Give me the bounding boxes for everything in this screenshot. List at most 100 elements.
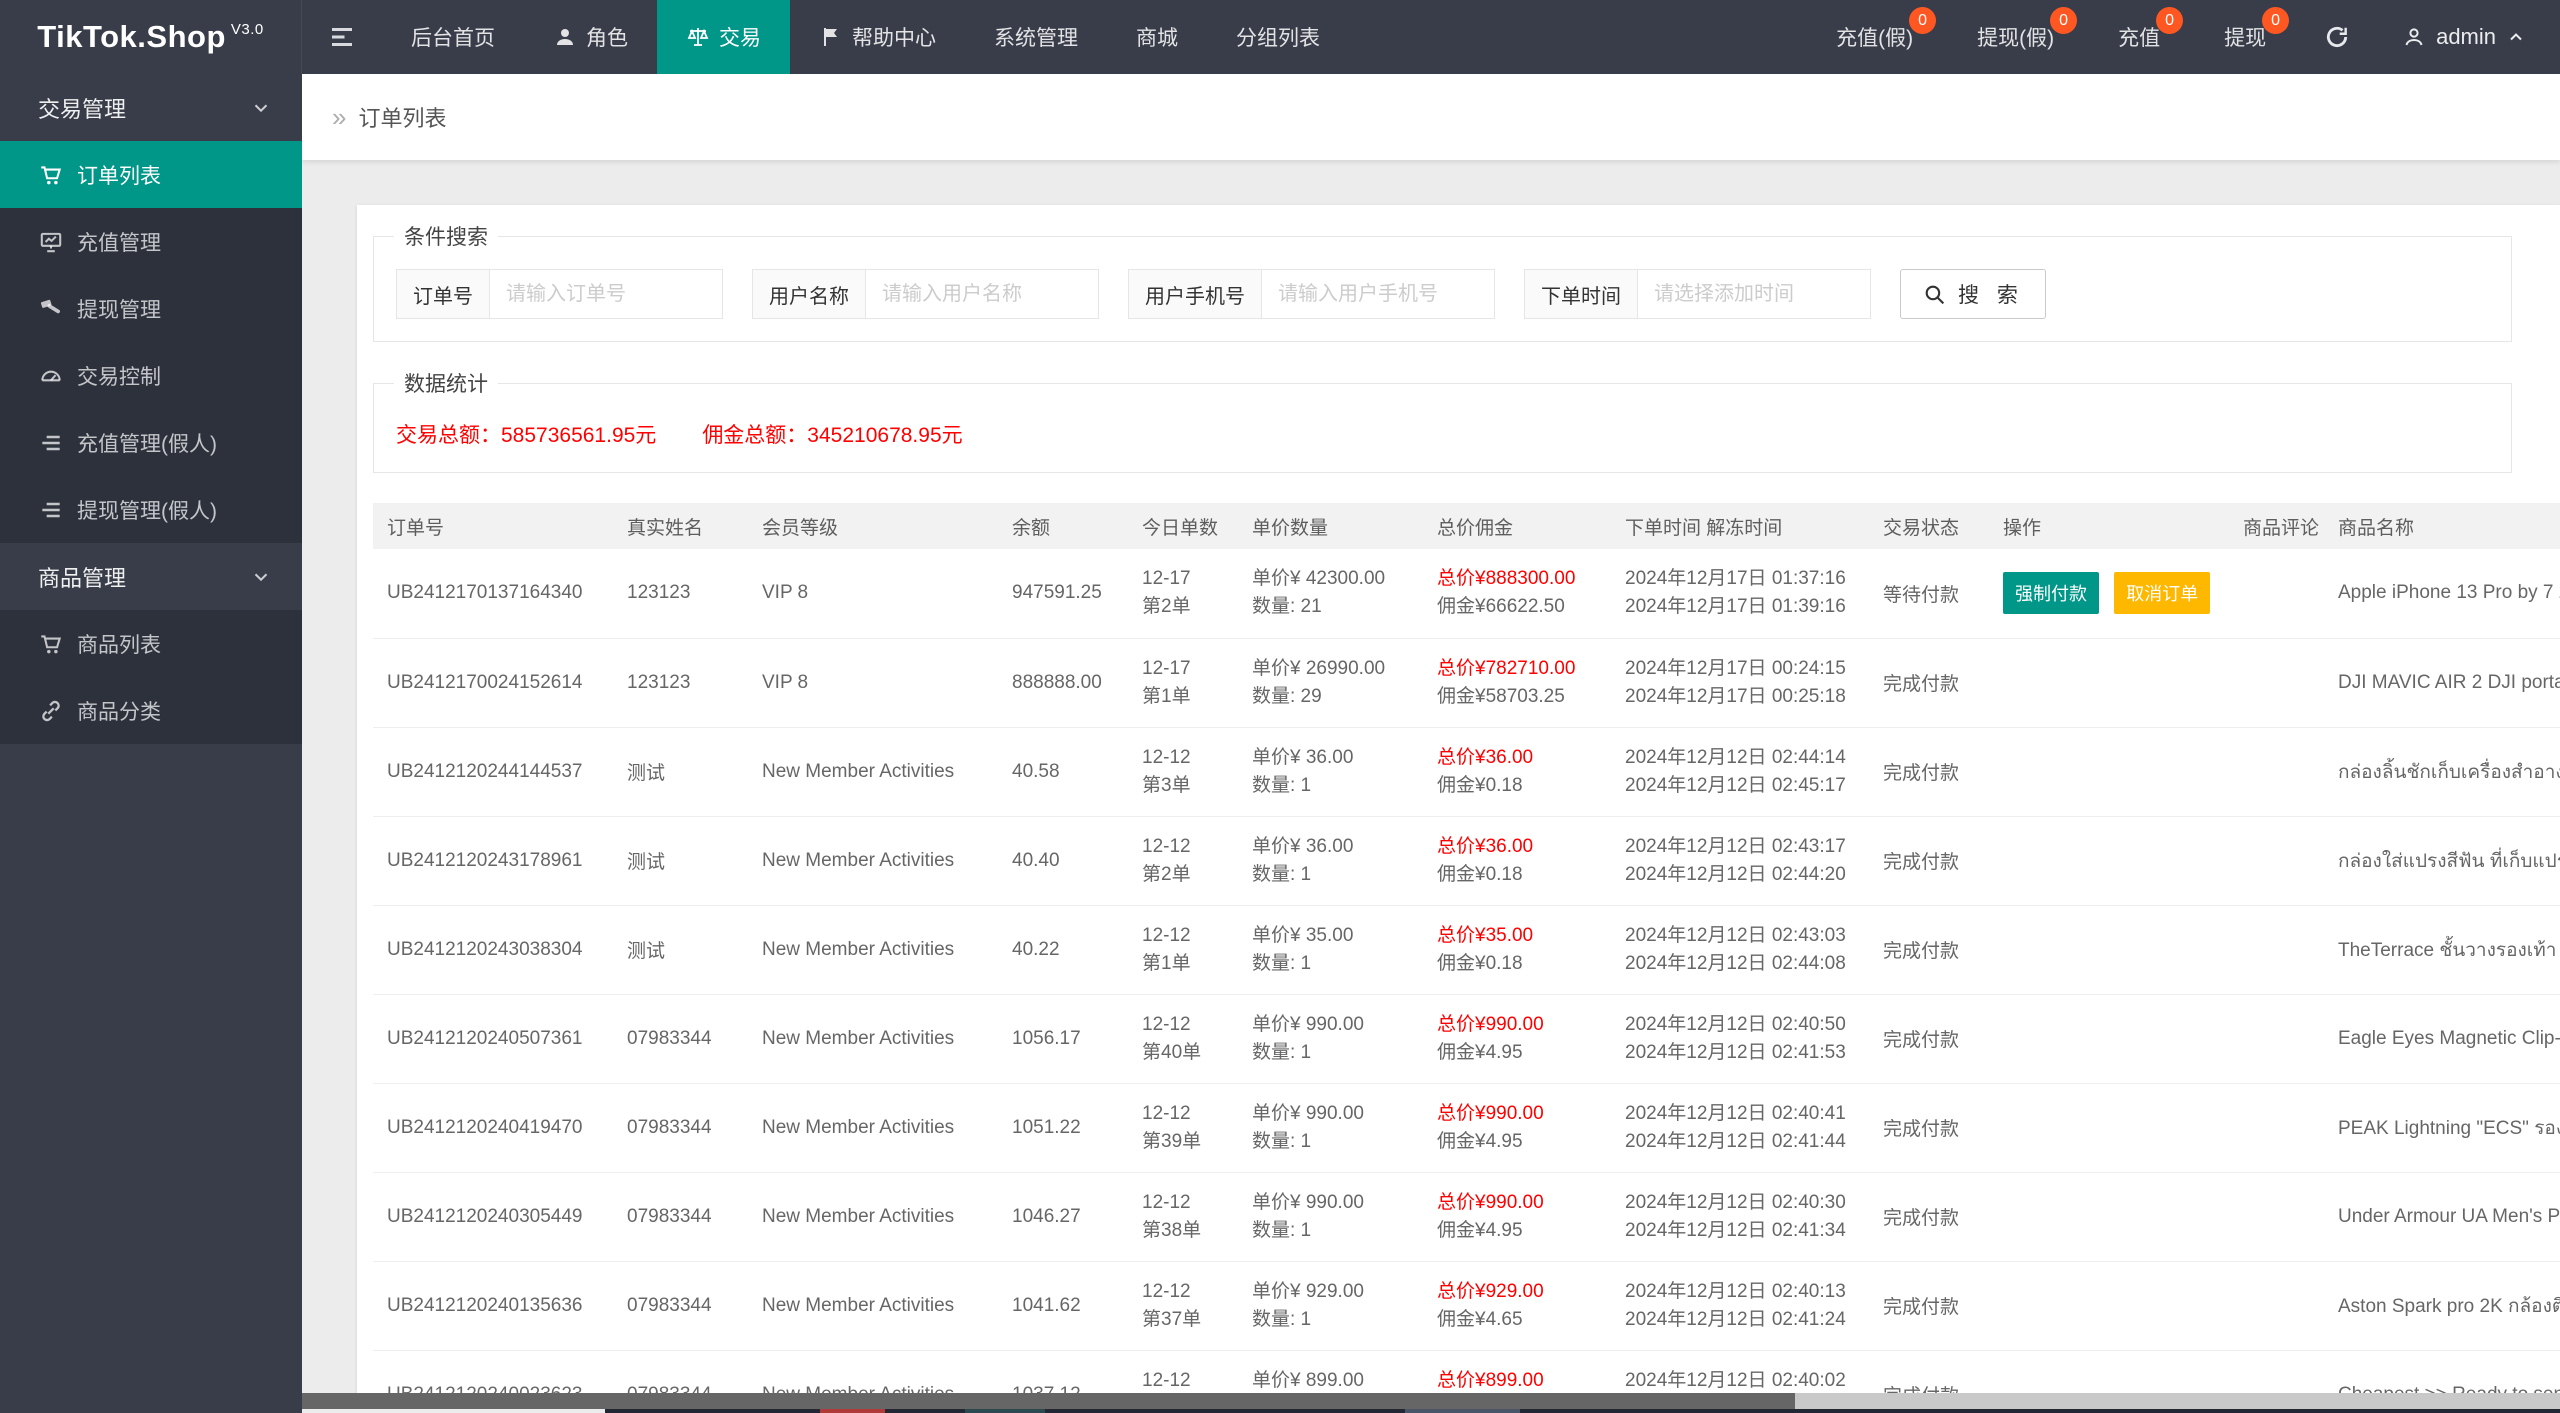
sidebar-group-product[interactable]: 商品管理 — [0, 543, 302, 610]
logo-version: V3.0 — [230, 20, 264, 38]
cell-total-commission: 总价¥35.00 佣金¥0.18 — [1423, 905, 1611, 995]
search-fieldset: 条件搜索 订单号 用户名称 用户手机号 下单时间 — [373, 221, 2512, 342]
order-seq: 第37单 — [1142, 1308, 1202, 1330]
menu-item-system[interactable]: 系统管理 — [965, 0, 1107, 74]
scrollbar-thumb[interactable] — [302, 1393, 1795, 1409]
sidebar-item-order-list[interactable]: 订单列表 — [0, 141, 302, 208]
order-seq: 第1单 — [1142, 952, 1191, 974]
nav-label: 充值(假) — [1836, 27, 1914, 50]
withdraw-button[interactable]: 提现 0 — [2192, 0, 2298, 74]
sidebar-item-recharge-mgmt-fake[interactable]: 充值管理(假人) — [0, 409, 302, 476]
cell-actions — [1989, 1350, 2229, 1393]
sidebar-item-label: 商品列表 — [77, 633, 161, 657]
cell-order-no: UB2412170024152614 — [373, 638, 613, 728]
total-price: 总价¥782710.00 — [1437, 657, 1576, 679]
order-time-input[interactable] — [1638, 270, 1870, 318]
cell-product-name: TheTerrace ชั้นวางรองเท้า ชั้นวาง — [2324, 905, 2560, 995]
user-phone-input[interactable] — [1262, 270, 1494, 318]
user-name-input[interactable] — [866, 270, 1098, 318]
navbar-right: 充值(假) 0 提现(假) 0 充值 0 提现 0 admin — [1804, 0, 2560, 74]
cancel-order-button[interactable]: 取消订单 — [2114, 572, 2211, 615]
menu-label: 交易 — [719, 27, 761, 50]
quantity: 数量: 1 — [1252, 1130, 1312, 1152]
clipped-gray-segment — [1405, 1409, 1520, 1413]
menu-item-group-list[interactable]: 分组列表 — [1207, 0, 1349, 74]
flag-icon — [819, 25, 843, 49]
table-body: UB2412170137164340 123123 VIP 8 947591.2… — [373, 549, 2560, 1393]
search-button-label: 搜 索 — [1958, 284, 2024, 307]
menu-item-mall[interactable]: 商城 — [1107, 0, 1207, 74]
cell-order-no: UB2412120240305449 — [373, 1172, 613, 1262]
commission: 佣金¥58703.25 — [1437, 685, 1565, 707]
recharge-fake-button[interactable]: 充值(假) 0 — [1804, 0, 1945, 74]
cell-product-comment — [2229, 549, 2324, 639]
cell-order-no: UB2412120240023623 — [373, 1350, 613, 1393]
unfreeze-time: 2024年12月12日 02:45:17 — [1625, 774, 1846, 796]
cell-trade-status: 完成付款 — [1869, 994, 1989, 1084]
order-date: 12-12 — [1142, 1191, 1191, 1213]
unit-price: 单价¥ 990.00 — [1252, 1102, 1364, 1124]
col-actions: 操作 — [1989, 503, 2229, 549]
sidebar-item-trade-control[interactable]: 交易控制 — [0, 342, 302, 409]
cell-order-time: 2024年12月12日 02:43:03 2024年12月12日 02:44:0… — [1611, 905, 1869, 995]
menu-item-roles[interactable]: 角色 — [524, 0, 657, 74]
cell-real-name: 123123 — [613, 638, 748, 728]
recharge-button[interactable]: 充值 0 — [2086, 0, 2192, 74]
sidebar-toggle-button[interactable] — [302, 0, 382, 74]
refresh-button[interactable] — [2298, 0, 2376, 74]
menu-item-trade[interactable]: 交易 — [657, 0, 790, 74]
sidebar-item-label: 充值管理 — [77, 231, 161, 255]
withdraw-fake-button[interactable]: 提现(假) 0 — [1945, 0, 2086, 74]
person-icon — [553, 25, 577, 49]
cell-today-orders: 12-17 第1单 — [1128, 638, 1238, 728]
order-time: 2024年12月12日 02:40:13 — [1625, 1280, 1846, 1302]
table-row: UB2412120240507361 07983344 New Member A… — [373, 994, 2560, 1084]
sidebar-item-product-list[interactable]: 商品列表 — [0, 610, 302, 677]
chevron-down-icon — [250, 97, 272, 119]
sidebar-item-product-category[interactable]: 商品分类 — [0, 677, 302, 744]
cell-unit-price-qty: 单价¥ 990.00 数量: 1 — [1238, 994, 1423, 1084]
order-no-input[interactable] — [490, 270, 722, 318]
unfreeze-time: 2024年12月12日 02:41:44 — [1625, 1130, 1846, 1152]
sidebar-item-withdraw-mgmt[interactable]: 提现管理 — [0, 275, 302, 342]
cell-product-comment — [2229, 1350, 2324, 1393]
sidebar-item-recharge-mgmt[interactable]: 充值管理 — [0, 208, 302, 275]
orders-table: 订单号 真实姓名 会员等级 余额 今日单数 单价数量 总价佣金 下单时间 解冻时… — [373, 503, 2560, 1393]
table-row: UB2412120243038304 测试 New Member Activit… — [373, 905, 2560, 995]
total-price: 总价¥990.00 — [1437, 1013, 1544, 1035]
cell-balance: 947591.25 — [998, 549, 1128, 639]
force-pay-button[interactable]: 强制付款 — [2003, 572, 2099, 615]
horizontal-scrollbar[interactable] — [302, 1393, 2560, 1409]
unit-price: 单价¥ 990.00 — [1252, 1013, 1364, 1035]
stats-legend: 数据统计 — [404, 373, 488, 396]
sidebar-item-withdraw-mgmt-fake[interactable]: 提现管理(假人) — [0, 476, 302, 543]
col-product-comment: 商品评论 — [2229, 503, 2324, 549]
cell-order-no: UB2412120243178961 — [373, 816, 613, 906]
menu-item-help-center[interactable]: 帮助中心 — [790, 0, 965, 74]
cell-member-level: New Member Activities — [748, 1172, 998, 1262]
quantity: 数量: 29 — [1252, 685, 1322, 707]
order-time: 2024年12月12日 02:40:50 — [1625, 1013, 1846, 1035]
cell-today-orders: 12-12 第1单 — [1128, 905, 1238, 995]
cell-product-comment — [2229, 1261, 2324, 1351]
order-date: 12-12 — [1142, 1280, 1191, 1302]
cell-real-name: 07983344 — [613, 994, 748, 1084]
cell-today-orders: 12-17 第2单 — [1128, 549, 1238, 639]
sidebar-group-trade[interactable]: 交易管理 — [0, 74, 302, 141]
sidebar-item-label: 订单列表 — [77, 164, 161, 188]
unfreeze-time: 2024年12月12日 02:44:08 — [1625, 952, 1846, 974]
menu-item-dashboard[interactable]: 后台首页 — [382, 0, 524, 74]
unit-price: 单价¥ 26990.00 — [1252, 657, 1386, 679]
group-label: 交易管理 — [38, 96, 127, 122]
unit-price: 单价¥ 929.00 — [1252, 1280, 1364, 1302]
user-menu[interactable]: admin — [2376, 0, 2560, 74]
unit-price: 单价¥ 36.00 — [1252, 746, 1354, 768]
unfreeze-time: 2024年12月12日 02:41:24 — [1625, 1308, 1846, 1330]
col-order-no: 订单号 — [373, 503, 613, 549]
cell-order-time: 2024年12月12日 02:40:13 2024年12月12日 02:41:2… — [1611, 1261, 1869, 1351]
cell-actions: 强制付款 取消订单 — [1989, 549, 2229, 639]
quantity: 数量: 1 — [1252, 774, 1312, 796]
cell-real-name: 测试 — [613, 905, 748, 995]
search-button[interactable]: 搜 索 — [1900, 269, 2046, 319]
cell-actions — [1989, 816, 2229, 906]
